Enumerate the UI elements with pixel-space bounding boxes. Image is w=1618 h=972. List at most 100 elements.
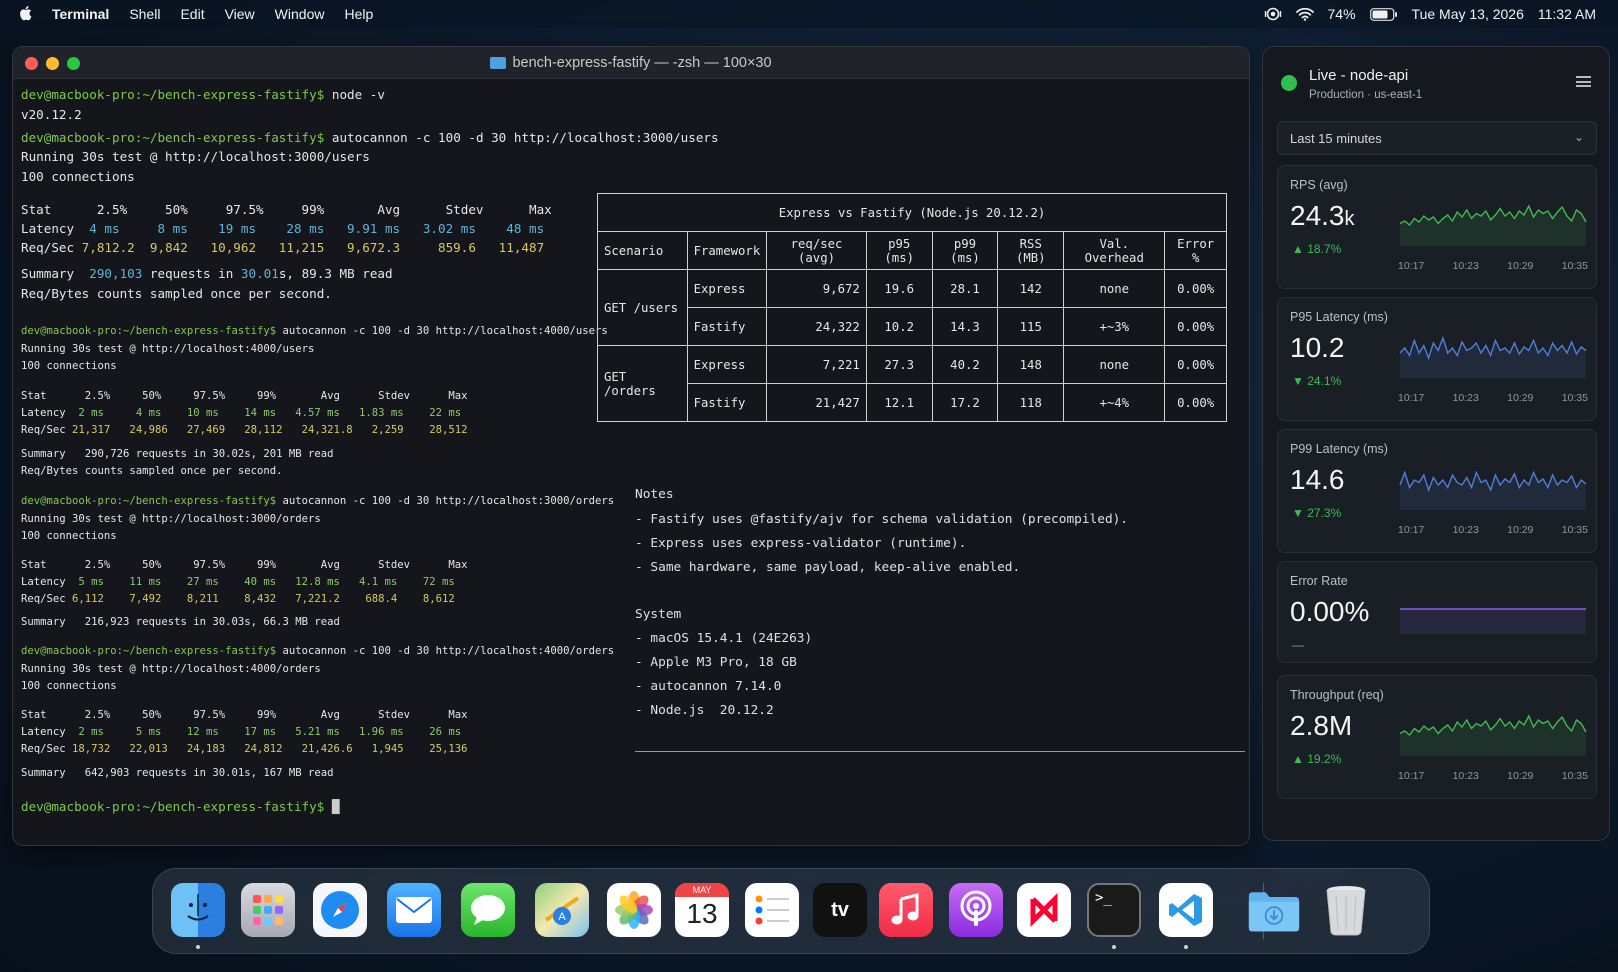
terminal-titlebar[interactable]: bench-express-fastify — -zsh — 100×30 [13,47,1249,79]
metric-value: 24.3k [1290,200,1355,232]
metric-value: 2.8M [1290,710,1352,742]
time-tick: 10:29 [1507,392,1534,404]
terminal-line: Running 30s test @ http://localhost:3000… [21,149,370,164]
photos-icon[interactable] [607,883,661,937]
table-title-row: Express vs Fastify (Node.js 20.12.2) [597,193,1227,232]
table-cell: 0.00% [1164,269,1227,308]
widget-title: Live - node-api [1309,67,1409,84]
menu-shell[interactable]: Shell [129,6,160,22]
close-window-button[interactable] [25,57,38,70]
terminal-line: Req/Bytes counts sampled once per second… [21,286,332,301]
table-header: Val. Overhead [1063,231,1166,270]
summary-line: Summary 290,103 requests in 30.01s, 89.3… [21,266,393,281]
prompt: dev@macbook-pro:~/bench-express-fastify$ [21,495,277,507]
table-cell: 115 [997,307,1065,346]
metric-card-error-rate[interactable]: Error Rate 0.00% — [1277,561,1597,663]
row-values: 7,812.2 9,842 10,962 11,215 9,672.3 859.… [74,240,545,255]
wifi-icon[interactable] [1295,7,1314,21]
screen-record-icon[interactable] [1264,7,1282,21]
chevron-down-icon: ⌄ [1573,130,1584,144]
menu-bar: Terminal Shell Edit View Window Help 74%… [0,0,1618,28]
command: autocannon -c 100 -d 30 http://localhost… [276,325,608,337]
downloads-folder-icon[interactable] [1247,883,1301,937]
messages-icon[interactable] [461,883,515,937]
apple-tv-icon[interactable]: tv [813,883,867,937]
table-row: Fastify 21,427 12.1 17.2 118 +~4% 0.00% [598,383,1227,422]
metric-card-throughput[interactable]: Throughput (req) 2.8M ▲ 19.2% 10:17 10:23… [1277,675,1597,799]
zoom-window-button[interactable] [67,57,80,70]
system-item: - autocannon 7.14.0 [635,679,782,694]
metric-number: 0.00% [1290,596,1370,627]
table-cell: 0.00% [1164,307,1227,346]
minimize-window-button[interactable] [46,57,59,70]
status-live-icon [1281,75,1297,91]
time-tick: 10:23 [1452,524,1479,536]
time-tick: 10:35 [1561,524,1588,536]
terminal-line: Running 30s test @ http://localhost:3000… [21,513,321,525]
menubar-time[interactable]: 11:32 AM [1538,6,1596,22]
time-tick: 10:29 [1507,524,1534,536]
running-indicator [1184,945,1188,949]
prompt: dev@macbook-pro:~/bench-express-fastify$ [21,799,325,814]
time-range-select[interactable]: Last 15 minutes ⌄ [1277,121,1597,155]
launchpad-icon[interactable] [241,883,295,937]
system-item: - Apple M3 Pro, 18 GB [635,655,797,670]
row-values: 2 ms 4 ms 10 ms 14 ms 4.57 ms 1.83 ms 22… [65,407,462,419]
battery-icon[interactable] [1369,7,1398,21]
metric-card-rps[interactable]: RPS (avg) 24.3k ▲ 18.7% 10:17 10:23 10:29 1… [1277,165,1597,289]
table-cell: Express [686,345,768,384]
vscode-icon[interactable] [1159,883,1213,937]
metric-number: 2.8M [1290,710,1353,741]
trash-icon[interactable] [1319,883,1373,937]
terminal-window[interactable]: bench-express-fastify — -zsh — 100×30 de… [12,46,1250,846]
terminal-content[interactable]: dev@macbook-pro:~/bench-express-fastify$… [13,79,1249,845]
menu-view[interactable]: View [225,6,255,22]
stats-header: Stat 2.5% 50% 97.5% 99% Avg Stdev Max [21,559,468,571]
metric-number: 24.3 [1290,200,1345,231]
row-values: 2 ms 5 ms 12 ms 17 ms 5.21 ms 1.96 ms 26… [65,726,462,738]
row-values: 5 ms 11 ms 27 ms 40 ms 12.8 ms 4.1 ms 72… [65,576,455,588]
table-header-row: Scenario Framework req/sec (avg) p95 (ms… [597,231,1227,270]
menu-window[interactable]: Window [275,6,325,22]
finder-icon[interactable] [171,883,225,937]
terminal-line[interactable]: dev@macbook-pro:~/bench-express-fastify$… [21,799,339,814]
row-label: Req/Sec [21,240,75,255]
music-icon[interactable] [879,883,933,937]
stats-reqsec-row: Req/Sec 7,812.2 9,842 10,962 11,215 9,67… [21,240,544,255]
metric-card-p95[interactable]: P95 Latency (ms) 10.2 ▼ 24.1% 10:17 10:23… [1277,297,1597,421]
menu-help[interactable]: Help [344,6,373,22]
apple-menu-icon[interactable] [18,5,32,24]
metric-label: P95 Latency (ms) [1290,310,1388,324]
reminders-icon[interactable] [745,883,799,937]
podcasts-icon[interactable] [949,883,1003,937]
calendar-day: 13 [686,898,718,929]
calendar-icon[interactable]: MAY 13 [675,883,729,937]
time-axis: 10:17 10:23 10:29 10:35 [1398,260,1588,272]
menu-edit[interactable]: Edit [180,6,204,22]
sparkline-area [1400,472,1586,510]
hamburger-menu-icon[interactable] [1576,76,1591,87]
metric-change: ▼ 24.1% [1292,374,1342,388]
sparkline-chart [1400,608,1586,634]
safari-icon[interactable] [313,883,367,937]
terminal-app-icon[interactable]: >_ [1087,883,1141,937]
command: autocannon -c 100 -d 30 http://localhost… [324,130,719,145]
metric-label: P99 Latency (ms) [1290,442,1388,456]
menu-app-terminal[interactable]: Terminal [52,6,109,22]
maps-icon[interactable]: A [535,883,589,937]
mail-icon[interactable] [387,883,441,937]
menubar-date[interactable]: Tue May 13, 2026 [1412,6,1524,22]
news-icon[interactable] [1017,883,1071,937]
time-tick: 10:17 [1398,392,1425,404]
table-cell-scenario: GET /users [597,269,688,346]
table-header: RSS (MB) [997,231,1065,270]
terminal-line: dev@macbook-pro:~/bench-express-fastify$… [21,645,614,657]
table-cell: Fastify [686,383,768,422]
metric-card-p99[interactable]: P99 Latency (ms) 14.6 ▼ 27.3% 10:17 10:23… [1277,429,1597,553]
table-cell: 148 [997,345,1065,384]
terminal-title: bench-express-fastify — -zsh — 100×30 [512,54,772,71]
table-cell: 0.00% [1164,345,1227,384]
table-cell: Express [686,269,768,308]
time-tick: 10:23 [1452,770,1479,782]
stats-reqsec-row: Req/Sec 21,317 24,986 27,469 28,112 24,3… [21,424,467,436]
